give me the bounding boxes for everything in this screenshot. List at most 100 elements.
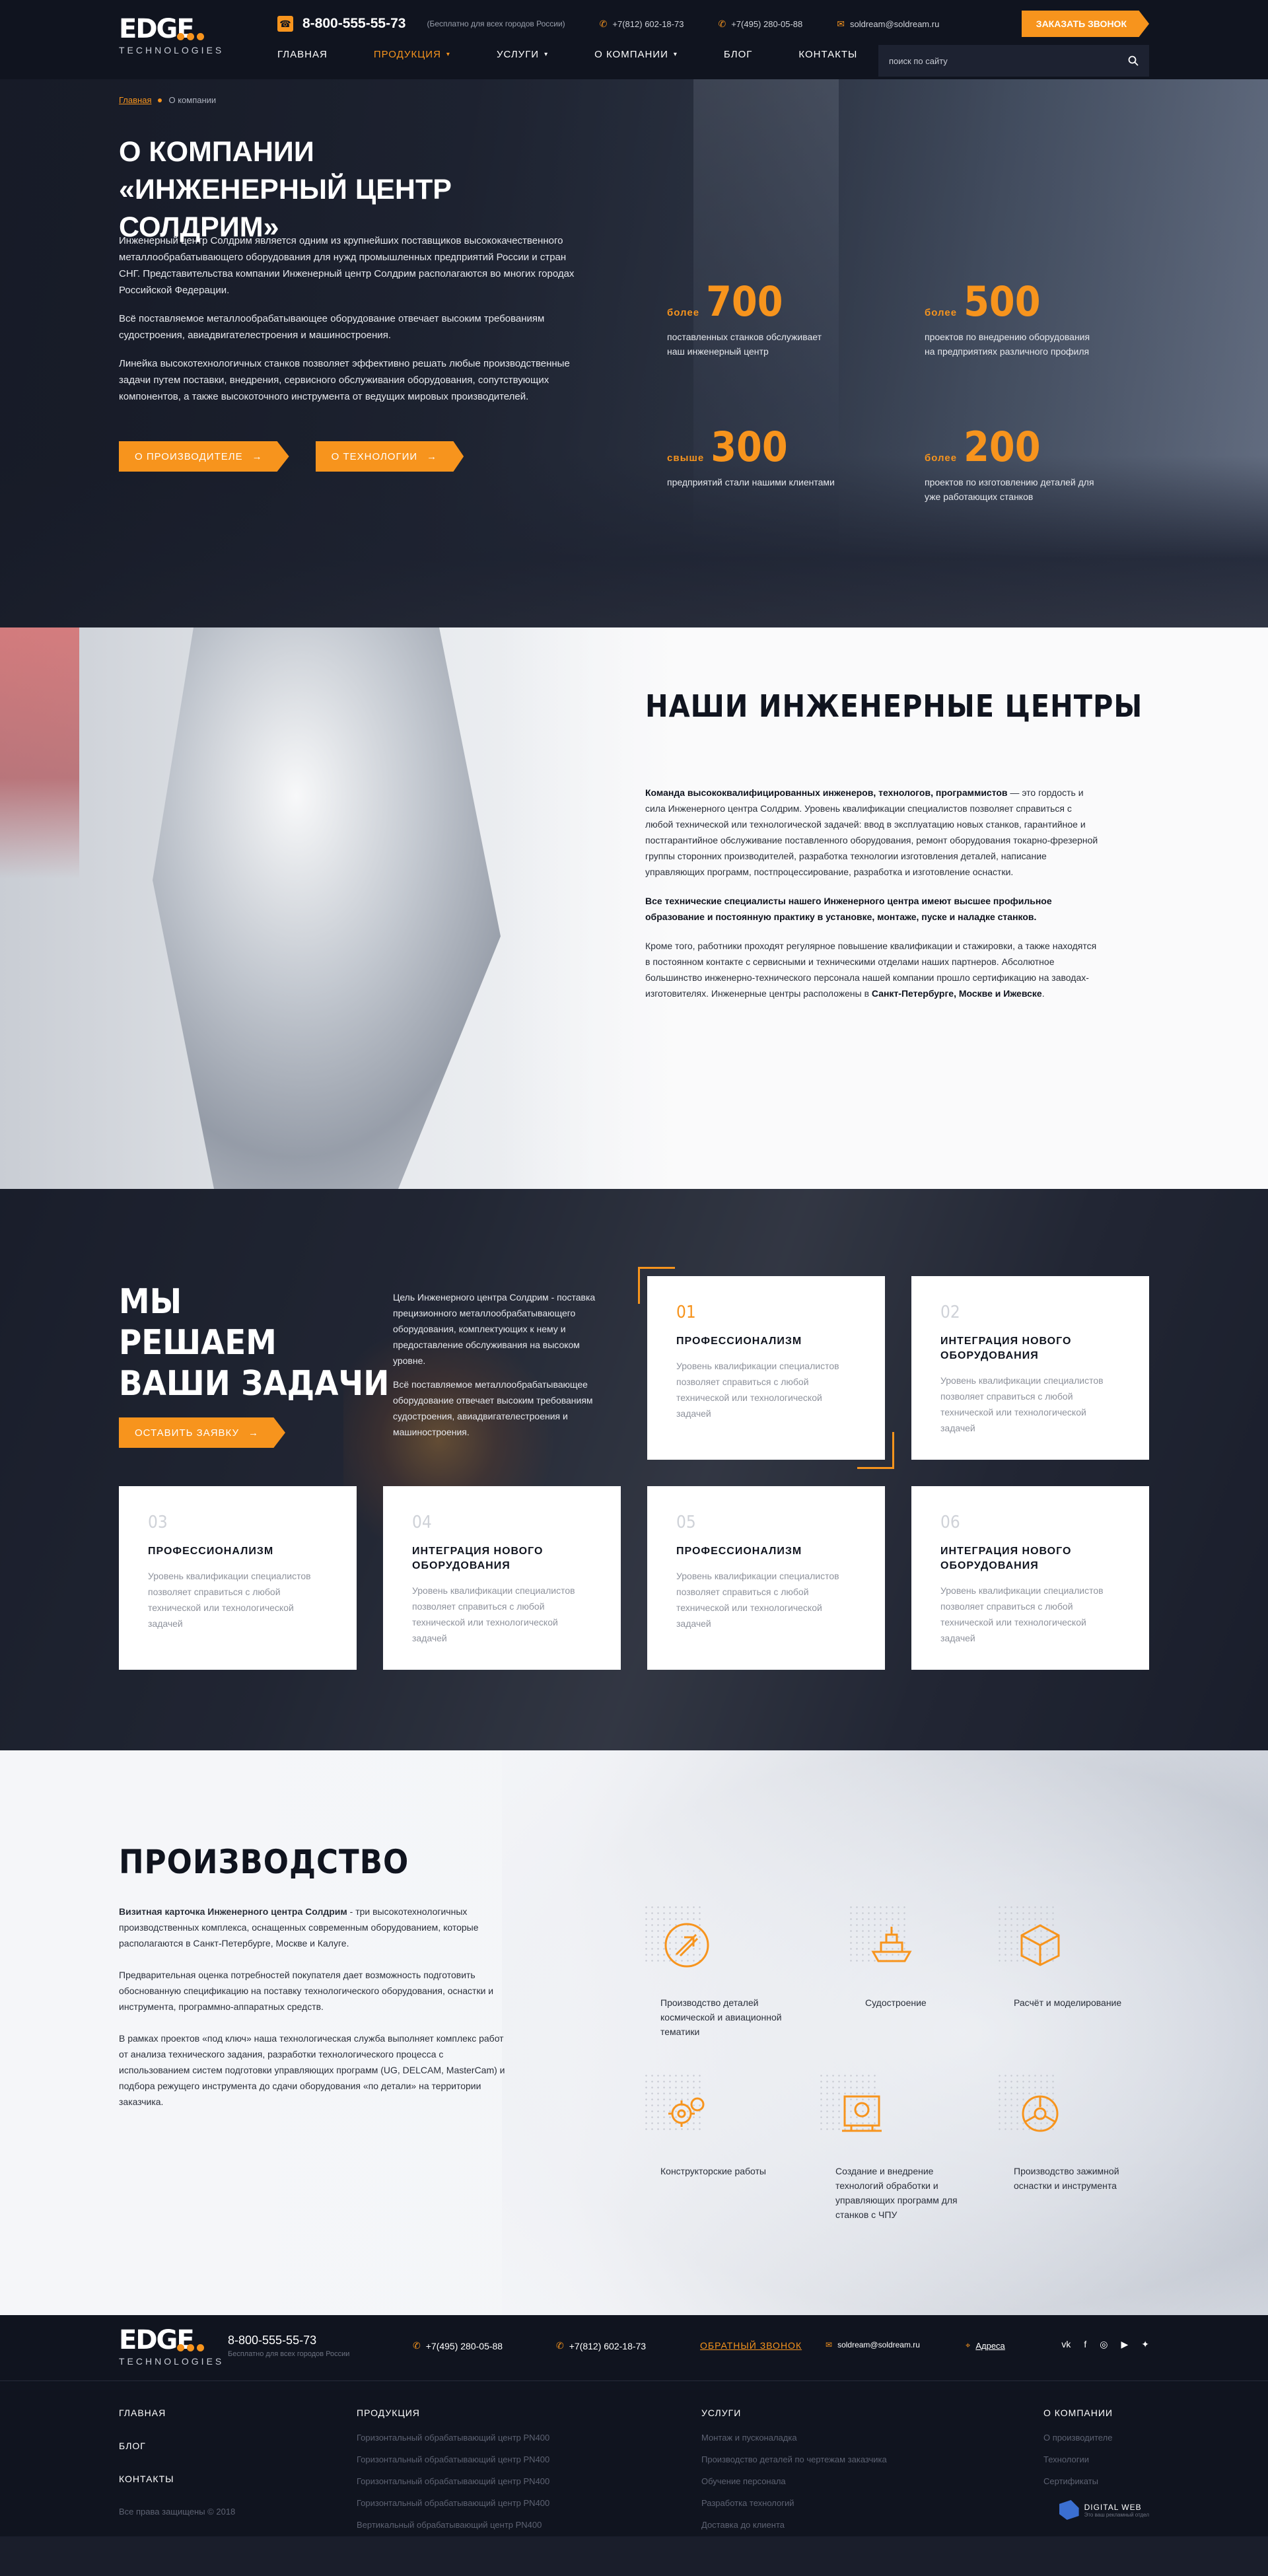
chevron-down-icon: ▾ bbox=[544, 51, 549, 58]
footer-link[interactable]: Горизонтальный обрабатывающий центр PN40… bbox=[357, 2454, 549, 2464]
industry-item[interactable]: Создание и внедрение технологий обработк… bbox=[818, 2073, 968, 2222]
arrow-right-icon: → bbox=[248, 1427, 259, 1439]
footer-email[interactable]: ✉ soldream@soldream.ru bbox=[826, 2340, 920, 2349]
nav-home[interactable]: ГЛАВНАЯ bbox=[277, 49, 328, 60]
footer-col-title[interactable]: ПРОДУКЦИЯ bbox=[357, 2408, 549, 2418]
stat-value: 300 bbox=[711, 423, 788, 471]
site-footer: EDGE TECHNOLOGIES 8-800-555-55-73 Беспла… bbox=[0, 2315, 1268, 2536]
youtube-icon[interactable]: ▶ bbox=[1121, 2339, 1128, 2350]
vk-icon[interactable]: vk bbox=[1061, 2339, 1071, 2350]
about-technology-button[interactable]: О ТЕХНОЛОГИИ → bbox=[315, 441, 464, 472]
footer-callback-link[interactable]: ОБРАТНЫЙ ЗВОНОК bbox=[700, 2340, 802, 2351]
footer-phone-block: 8-800-555-55-73 Бесплатно для всех город… bbox=[228, 2334, 350, 2358]
nav-blog[interactable]: БЛОГ bbox=[724, 49, 752, 60]
search-icon[interactable] bbox=[1128, 55, 1139, 66]
copyright: Все права защищены © 2018 bbox=[119, 2507, 236, 2517]
header-phone-note: (Бесплатно для всех городов России) bbox=[427, 19, 565, 28]
section-title: НАШИ ИНЖЕНЕРНЫЕ ЦЕНТРЫ bbox=[645, 688, 1143, 724]
footer-link[interactable]: Вертикальный обрабатывающий центр PN400 bbox=[357, 2520, 549, 2530]
main-nav: ГЛАВНАЯ ПРОДУКЦИЯ ▾ УСЛУГИ ▾ О КОМПАНИИ ▾ Б… bbox=[277, 49, 903, 60]
nav-products[interactable]: ПРОДУКЦИЯ ▾ bbox=[374, 49, 450, 60]
footer-link-blog[interactable]: БЛОГ bbox=[119, 2441, 174, 2451]
twitter-icon[interactable]: ✦ bbox=[1141, 2339, 1149, 2350]
about-manufacturer-button[interactable]: О ПРОИЗВОДИТЕЛЕ → bbox=[119, 441, 289, 472]
footer-link[interactable]: Производство деталей по чертежам заказчи… bbox=[701, 2454, 887, 2464]
chevron-down-icon: ▾ bbox=[673, 51, 678, 58]
hero-section: Главная О компании О КОМПАНИИ «ИНЖЕНЕРНЫ… bbox=[0, 79, 1268, 627]
footer-link[interactable]: Доставка до клиента bbox=[701, 2520, 887, 2530]
industry-item[interactable]: Производство деталей космической и авиац… bbox=[643, 1904, 792, 2039]
stat-block: более 200 проектов по изготовлению детале… bbox=[925, 423, 1123, 504]
mail-icon: ✉ bbox=[837, 18, 845, 29]
search-input[interactable] bbox=[889, 55, 1128, 66]
footer-products: ПРОДУКЦИЯ Горизонтальный обрабатывающий … bbox=[357, 2408, 549, 2542]
footer-link[interactable]: Технологии bbox=[1043, 2454, 1113, 2464]
header-phone[interactable]: 8-800-555-55-73 bbox=[302, 16, 405, 32]
card-title: ИНТЕГРАЦИЯ НОВОГО ОБОРУДОВАНИЯ bbox=[940, 1546, 1072, 1571]
breadcrumb-home[interactable]: Главная bbox=[119, 95, 151, 105]
footer-logo[interactable]: EDGE TECHNOLOGIES bbox=[119, 2326, 221, 2377]
card-number: 03 bbox=[148, 1513, 168, 1532]
footer-link[interactable]: Обучение персонала bbox=[701, 2476, 887, 2486]
card-number: 05 bbox=[676, 1513, 696, 1532]
instagram-icon[interactable]: ◎ bbox=[1100, 2339, 1108, 2350]
nav-about[interactable]: О КОМПАНИИ ▾ bbox=[594, 49, 678, 60]
feature-card: 06 ИНТЕГРАЦИЯ НОВОГО ОБОРУДОВАНИЯ Уровен… bbox=[911, 1486, 1149, 1670]
footer-link[interactable]: Горизонтальный обрабатывающий центр PN40… bbox=[357, 2433, 549, 2443]
footer-address-link[interactable]: ⌖ Адреса bbox=[966, 2340, 1005, 2351]
aerospace-icon bbox=[664, 1923, 709, 1968]
industry-item[interactable]: Судостроение bbox=[848, 1904, 997, 2010]
footer-link[interactable]: Монтаж и пусконаладка bbox=[701, 2433, 887, 2443]
footer-link[interactable]: Горизонтальный обрабатывающий центр PN40… bbox=[357, 2476, 549, 2486]
header-phone-spb[interactable]: +7(812) 602-18-73 bbox=[612, 19, 684, 29]
hero-paragraph: Всё поставляемое металлообрабатывающее о… bbox=[119, 313, 545, 341]
industry-item[interactable]: Конструкторские работы bbox=[643, 2073, 792, 2178]
stat-block: более 700 поставленных станков обслуживае… bbox=[667, 277, 865, 359]
footer-link[interactable]: О производителе bbox=[1043, 2433, 1113, 2443]
footer-col-title[interactable]: УСЛУГИ bbox=[701, 2408, 887, 2418]
facebook-icon[interactable]: f bbox=[1084, 2339, 1086, 2350]
feature-card: 03 ПРОФЕССИОНАЛИЗМ Уровень квалификации … bbox=[119, 1486, 357, 1670]
footer-link-home[interactable]: ГЛАВНАЯ bbox=[119, 2408, 174, 2418]
logo-subtitle: TECHNOLOGIES bbox=[119, 45, 225, 55]
section-title: ПРОИЗВОДСТВО bbox=[119, 1843, 409, 1881]
stat-block: свыше 300 предприятий стали нашими клиент… bbox=[667, 423, 865, 489]
stat-value: 500 bbox=[964, 277, 1041, 326]
header-email[interactable]: soldream@soldream.ru bbox=[850, 19, 939, 29]
footer-link[interactable]: Горизонтальный обрабатывающий центр PN40… bbox=[357, 2498, 549, 2508]
logo-dots bbox=[177, 32, 207, 44]
footer-link[interactable]: Разработка технологий bbox=[701, 2498, 887, 2508]
feature-card: 01 ПРОФЕССИОНАЛИЗМ Уровень квалификации … bbox=[638, 1267, 894, 1469]
search-box bbox=[878, 45, 1149, 77]
footer-col-title[interactable]: О КОМПАНИИ bbox=[1043, 2408, 1113, 2418]
phone-icon: ✆ bbox=[718, 18, 726, 29]
order-call-button[interactable]: ЗАКАЗАТЬ ЗВОНОК bbox=[1021, 11, 1149, 37]
engineering-text: Команда высококвалифицированных инженеро… bbox=[645, 787, 1098, 999]
card-number: 06 bbox=[940, 1513, 960, 1532]
solve-text: Цель Инженерного центра Солдрим - постав… bbox=[393, 1292, 596, 1437]
industry-item[interactable]: Производство зажимной оснастки и инструм… bbox=[997, 2073, 1146, 2193]
chevron-down-icon: ▾ bbox=[446, 51, 450, 58]
location-icon: ⌖ bbox=[966, 2340, 971, 2350]
header-phone-msk[interactable]: +7(495) 280-05-88 bbox=[731, 19, 802, 29]
footer-link[interactable]: Сертификаты bbox=[1043, 2476, 1113, 2486]
footer-link-contacts[interactable]: КОНТАКТЫ bbox=[119, 2474, 174, 2484]
footer-phone-msk[interactable]: ✆ +7(495) 280-05-88 bbox=[413, 2340, 503, 2351]
stat-desc: проектов по изготовлению деталей для уже… bbox=[925, 477, 1094, 502]
logo[interactable]: EDGE TECHNOLOGIES bbox=[119, 15, 225, 66]
cube-icon bbox=[1020, 1924, 1060, 1966]
leave-request-button[interactable]: ОСТАВИТЬ ЗАЯВКУ → bbox=[119, 1417, 285, 1448]
card-title: ПРОФЕССИОНАЛИЗМ bbox=[676, 1546, 802, 1557]
nav-services[interactable]: УСЛУГИ ▾ bbox=[497, 49, 548, 60]
card-number: 01 bbox=[676, 1303, 696, 1322]
industry-item[interactable]: Расчёт и моделирование bbox=[997, 1904, 1146, 2010]
card-desc: Уровень квалификации специалистов позвол… bbox=[676, 1571, 839, 1629]
card-desc: Уровень квалификации специалистов позвол… bbox=[676, 1361, 839, 1419]
footer-phone-spb[interactable]: ✆ +7(812) 602-18-73 bbox=[556, 2340, 646, 2351]
card-title: ПРОФЕССИОНАЛИЗМ bbox=[148, 1546, 274, 1557]
footer-menu: ГЛАВНАЯ БЛОГ КОНТАКТЫ bbox=[119, 2408, 174, 2507]
developer-logo[interactable]: DIGITAL WEB Это ваш рекламный отдел bbox=[1059, 2500, 1149, 2520]
nav-contacts[interactable]: КОНТАКТЫ bbox=[798, 49, 857, 60]
stat-value: 200 bbox=[964, 423, 1041, 471]
footer-phone[interactable]: 8-800-555-55-73 bbox=[228, 2334, 349, 2347]
